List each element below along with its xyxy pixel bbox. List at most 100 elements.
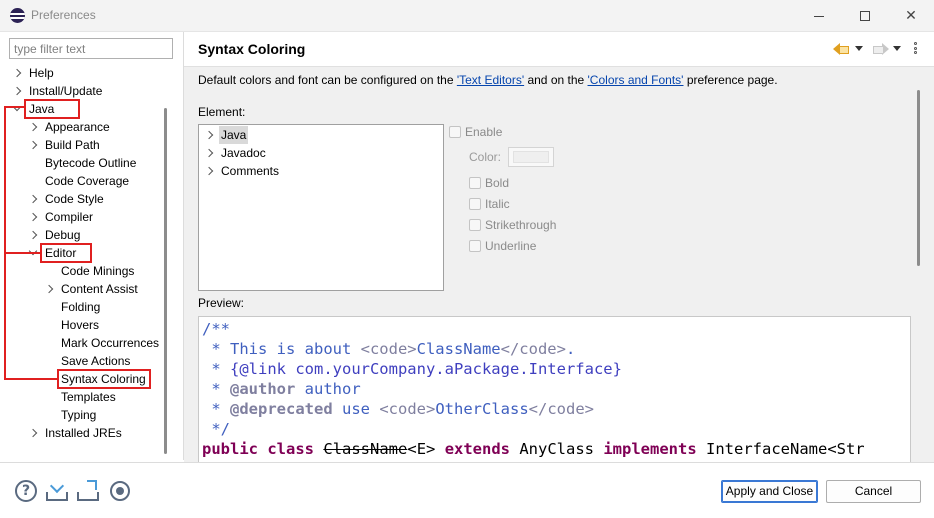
code-line: * This is about <code>ClassName</code>. [202, 339, 575, 359]
tree-item-install-update[interactable]: Install/Update [0, 82, 170, 100]
code-token: class [267, 440, 315, 458]
forward-arrow-icon[interactable] [873, 43, 889, 55]
tree-item-label: Mark Occurrences [61, 336, 160, 350]
tree-item-typing[interactable]: Typing [0, 406, 170, 424]
chevron-right-icon[interactable] [12, 68, 22, 78]
chevron-right-icon[interactable] [28, 122, 38, 132]
code-token: AnyClass [510, 440, 604, 458]
bold-checkbox[interactable] [469, 177, 481, 189]
view-menu-icon[interactable] [914, 42, 918, 56]
code-token: extends [444, 440, 511, 458]
code-token: <E> [407, 440, 445, 458]
preferences-tree: Help Install/Update Java Appearance Build Pa… [0, 62, 170, 460]
code-token: OtherClass [435, 400, 529, 418]
tree-item-label: Build Path [45, 138, 100, 152]
tree-item-label: Code Style [45, 192, 104, 206]
code-token: <code> [360, 340, 417, 358]
back-dropdown-icon[interactable] [855, 46, 863, 51]
page-title: Syntax Coloring [198, 41, 306, 57]
tree-item-code-coverage[interactable]: Code Coverage [0, 172, 170, 190]
colors-and-fonts-link[interactable]: 'Colors and Fonts' [588, 73, 684, 87]
code-token: implements [603, 440, 697, 458]
page-scrollbar[interactable] [917, 90, 920, 266]
tree-scrollbar[interactable] [164, 108, 167, 454]
tree-item-help[interactable]: Help [0, 64, 170, 82]
strikethrough-checkbox[interactable] [469, 219, 481, 231]
highlight-connector [4, 106, 6, 380]
highlight-box [24, 99, 80, 119]
color-label: Color: [469, 150, 502, 164]
code-token: </code> [500, 340, 566, 358]
minimize-button[interactable] [796, 0, 842, 32]
chevron-right-icon[interactable] [28, 428, 38, 438]
tree-item-code-minings[interactable]: Code Minings [0, 262, 170, 280]
record-icon[interactable] [110, 481, 130, 501]
italic-label: Italic [485, 197, 510, 211]
element-item-comments[interactable]: Comments [199, 162, 439, 180]
code-token: . [565, 340, 576, 358]
tree-item-label: Code Minings [61, 264, 135, 278]
underline-label: Underline [485, 239, 537, 253]
export-icon[interactable] [77, 480, 101, 501]
chevron-right-icon[interactable] [28, 230, 38, 240]
tree-item-mark-occurrences[interactable]: Mark Occurrences [0, 334, 170, 352]
tree-item-code-style[interactable]: Code Style [0, 190, 170, 208]
chevron-right-icon[interactable] [12, 86, 22, 96]
tree-item-label: Typing [61, 408, 97, 422]
element-label: Element: [198, 105, 246, 119]
close-button[interactable]: ✕ [888, 0, 934, 32]
chevron-right-icon[interactable] [205, 166, 215, 176]
cancel-button[interactable]: Cancel [826, 480, 921, 503]
chevron-right-icon[interactable] [44, 284, 54, 294]
import-icon[interactable] [46, 478, 70, 501]
element-tree[interactable]: Java Javadoc Comments [198, 124, 444, 291]
underline-checkbox[interactable] [469, 240, 481, 252]
tree-item-build-path[interactable]: Build Path [0, 136, 170, 154]
maximize-button[interactable] [842, 0, 888, 32]
tree-item-label: Install/Update [29, 84, 103, 98]
tree-item-folding[interactable]: Folding [0, 298, 170, 316]
tree-item-save-actions[interactable]: Save Actions [0, 352, 170, 370]
italic-checkbox[interactable] [469, 198, 481, 210]
close-icon: ✕ [905, 8, 917, 24]
text-editors-link[interactable]: 'Text Editors' [457, 73, 524, 87]
highlight-connector [4, 106, 24, 108]
color-picker-button[interactable] [508, 147, 554, 167]
tree-item-compiler[interactable]: Compiler [0, 208, 170, 226]
tree-item-content-assist[interactable]: Content Assist [0, 280, 170, 298]
enable-checkbox[interactable] [449, 126, 461, 138]
color-swatch [513, 151, 549, 163]
element-item-java[interactable]: Java [199, 126, 439, 144]
tree-item-label: Folding [61, 300, 101, 314]
tree-item-bytecode-outline[interactable]: Bytecode Outline [0, 154, 170, 172]
chevron-right-icon[interactable] [28, 194, 38, 204]
forward-dropdown-icon[interactable] [893, 46, 901, 51]
apply-and-close-button[interactable]: Apply and Close [721, 480, 818, 503]
filter-input[interactable] [9, 38, 173, 59]
chevron-right-icon[interactable] [28, 212, 38, 222]
highlight-box [40, 243, 92, 263]
tree-item-templates[interactable]: Templates [0, 388, 170, 406]
help-icon[interactable]: ? [15, 480, 37, 502]
tree-item-label: Content Assist [61, 282, 138, 296]
tree-item-hovers[interactable]: Hovers [0, 316, 170, 334]
element-item-label: Java [219, 126, 249, 144]
chevron-right-icon[interactable] [205, 130, 215, 140]
chevron-right-icon[interactable] [205, 148, 215, 158]
tree-item-debug[interactable]: Debug [0, 226, 170, 244]
preview-editor[interactable]: /** * This is about <code>ClassName</cod… [198, 316, 911, 462]
eclipse-icon [10, 8, 25, 23]
strikethrough-label: Strikethrough [485, 218, 557, 232]
element-item-javadoc[interactable]: Javadoc [199, 144, 439, 162]
code-line: * @deprecated use <code>OtherClass</code… [202, 399, 594, 419]
back-arrow-icon[interactable] [833, 43, 849, 55]
code-token: author [295, 380, 361, 398]
code-token: */ [202, 420, 230, 438]
tree-item-label: Code Coverage [45, 174, 130, 188]
code-token: ClassName [416, 340, 501, 358]
tree-item-appearance[interactable]: Appearance [0, 118, 170, 136]
tree-item-installed-jres[interactable]: Installed JREs [0, 424, 170, 442]
highlight-connector [4, 378, 57, 380]
description-text: Default colors and font can be configure… [198, 73, 457, 87]
chevron-right-icon[interactable] [28, 140, 38, 150]
